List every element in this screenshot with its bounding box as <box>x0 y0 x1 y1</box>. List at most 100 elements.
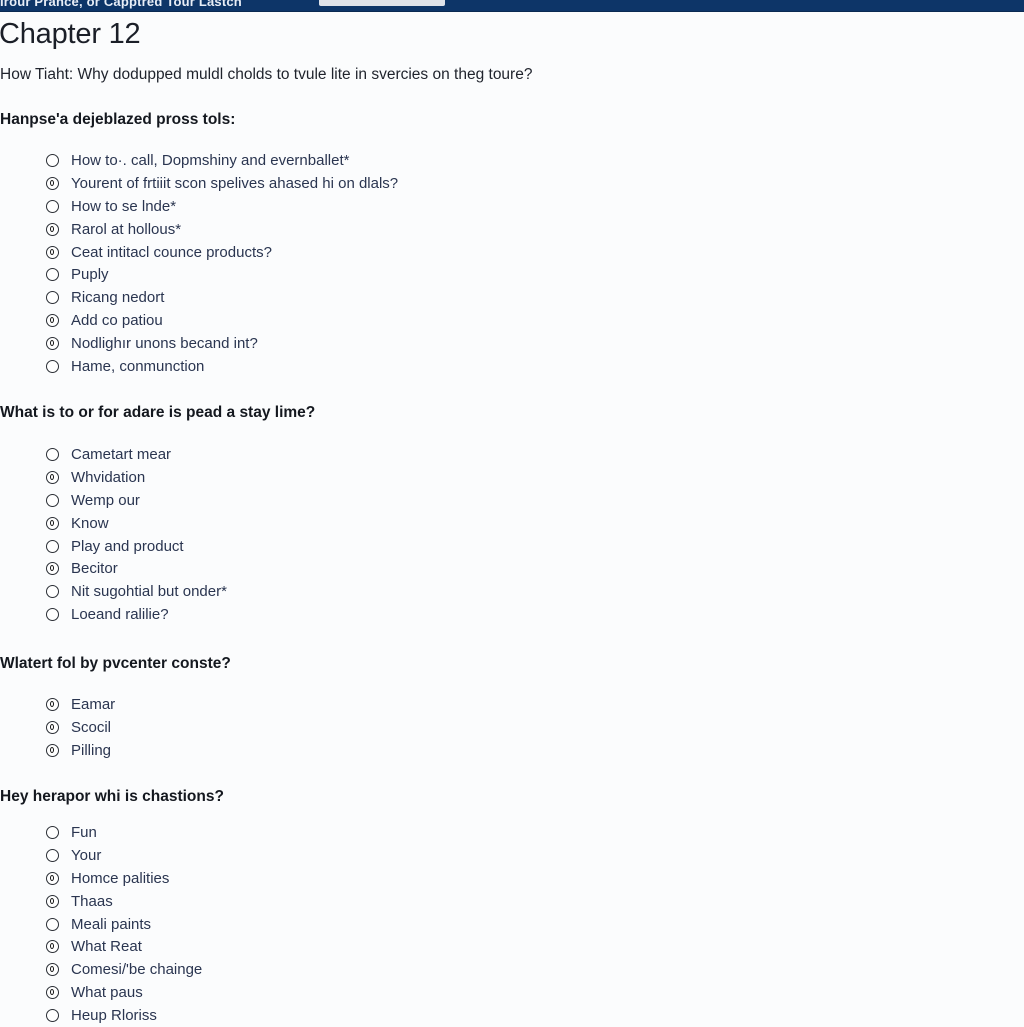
app-title: Irour Prance, or Capptred Tour Lastch <box>0 0 242 9</box>
option-label: Nit sugohtial but onder* <box>71 583 227 601</box>
radio-option[interactable]: Cametart mear <box>46 443 227 466</box>
radio-option[interactable]: Puply <box>46 263 398 286</box>
radio-checked-icon[interactable] <box>46 176 59 190</box>
radio-option[interactable]: Rarol at hollous* <box>46 218 398 241</box>
question-section-3: Wlatert fol by pvcenter conste? Eamar Sco… <box>0 655 700 759</box>
radio-checked-icon[interactable] <box>46 940 59 954</box>
option-label: Heup Rloriss <box>71 1007 157 1025</box>
radio-unchecked-icon[interactable] <box>46 359 59 373</box>
radio-option[interactable]: What paus <box>46 981 202 1004</box>
radio-option[interactable]: Loeand ralilie? <box>46 603 227 626</box>
user-menu[interactable]: Marie <box>886 0 909 2</box>
option-label: Wemp our <box>71 491 140 509</box>
radio-option[interactable]: Thaas <box>46 890 202 913</box>
page-subtitle: How Tiaht: Why dodupped muldl cholds to … <box>0 66 533 83</box>
option-label: Eamar <box>71 695 116 713</box>
option-label: Cametart mear <box>71 445 172 463</box>
radio-checked-icon[interactable] <box>46 986 59 1000</box>
radio-unchecked-icon[interactable] <box>46 268 59 282</box>
radio-option[interactable]: How to·. call, Dopmshiny and evernballet… <box>46 149 398 172</box>
option-label: Thaas <box>71 892 113 910</box>
radio-unchecked-icon[interactable] <box>46 539 59 553</box>
option-label: Pilling <box>71 741 112 759</box>
radio-checked-icon[interactable] <box>46 963 59 977</box>
radio-checked-icon[interactable] <box>46 720 59 734</box>
search-input[interactable] <box>319 0 445 6</box>
radio-option[interactable]: What Reat <box>46 935 202 958</box>
radio-option[interactable]: Homce palities <box>46 867 202 890</box>
radio-option[interactable]: Meali paints <box>46 913 202 936</box>
radio-checked-icon[interactable] <box>46 314 59 328</box>
radio-checked-icon[interactable] <box>46 697 59 711</box>
radio-unchecked-icon[interactable] <box>46 153 59 167</box>
options-list: Fun Your Homce palities Thaas Meali paints Wh… <box>46 821 202 1027</box>
option-label: Whvidation <box>71 468 146 486</box>
radio-option[interactable]: Add co patiou <box>46 309 398 332</box>
question-section-2: What is to or for adare is pead a stay l… <box>0 404 700 623</box>
option-label: Add co patiou <box>71 312 163 330</box>
radio-checked-icon[interactable] <box>46 516 59 530</box>
question-section-4: Hey herapor whi is chastions? Fun Your Hom… <box>0 788 700 1024</box>
radio-option[interactable]: How to se lnde* <box>46 195 398 218</box>
radio-checked-icon[interactable] <box>46 337 59 351</box>
radio-option[interactable]: Pilling <box>46 739 115 762</box>
option-label: Nodlighır unons becand int? <box>71 335 258 353</box>
radio-option[interactable]: Hame, conmunction <box>46 355 398 378</box>
question-section-1: Hanpse'a dejeblazed pross tols: How to·.… <box>0 111 700 375</box>
radio-unchecked-icon[interactable] <box>46 199 59 213</box>
option-label: Know <box>71 514 109 532</box>
option-label: Loeand ralilie? <box>71 606 169 624</box>
option-label: Play and product <box>71 537 184 555</box>
option-label: How to se lnde* <box>71 197 177 215</box>
radio-option[interactable]: Your <box>46 844 202 867</box>
option-label: Yourent of frtiiit scon spelives ahased … <box>71 174 399 192</box>
radio-checked-icon[interactable] <box>46 562 59 576</box>
radio-option[interactable]: Play and product <box>46 535 227 558</box>
radio-unchecked-icon[interactable] <box>46 585 59 599</box>
top-navigation-bar: Irour Prance, or Capptred Tour Lastch Ma… <box>0 0 1024 12</box>
radio-option[interactable]: Nit sugohtial but onder* <box>46 580 227 603</box>
radio-option[interactable]: Comesi/'be chainge <box>46 958 202 981</box>
radio-checked-icon[interactable] <box>46 894 59 908</box>
question-heading: What is to or for adare is pead a stay l… <box>0 404 316 421</box>
radio-option[interactable]: Ricang nedort <box>46 286 398 309</box>
option-label: Hame, conmunction <box>71 357 205 375</box>
radio-checked-icon[interactable] <box>46 245 59 259</box>
radio-checked-icon[interactable] <box>46 222 59 236</box>
radio-unchecked-icon[interactable] <box>46 493 59 507</box>
radio-unchecked-icon[interactable] <box>46 1009 59 1023</box>
radio-option[interactable]: Fun <box>46 821 202 844</box>
radio-option[interactable]: Becitor <box>46 557 227 580</box>
option-label: How to·. call, Dopmshiny and evernballet… <box>71 151 350 169</box>
radio-checked-icon[interactable] <box>46 470 59 484</box>
option-label: Fun <box>71 823 97 841</box>
radio-option[interactable]: Whvidation <box>46 466 227 489</box>
radio-option[interactable]: Eamar <box>46 693 115 716</box>
radio-option[interactable]: Nodlighır unons becand int? <box>46 332 398 355</box>
options-list: Eamar Scocil Pilling <box>46 693 115 762</box>
radio-option[interactable]: Yourent of frtiiit scon spelives ahased … <box>46 172 398 195</box>
options-list: How to·. call, Dopmshiny and evernballet… <box>46 149 398 378</box>
question-heading: Hey herapor whi is chastions? <box>0 788 224 805</box>
radio-unchecked-icon[interactable] <box>46 848 59 862</box>
option-label: Meali paints <box>71 915 152 933</box>
options-list: Cametart mear Whvidation Wemp our Know Play … <box>46 443 227 626</box>
radio-checked-icon[interactable] <box>46 871 59 885</box>
option-label: Rarol at hollous* <box>71 220 182 238</box>
radio-option[interactable]: Ceat intitacl counce products? <box>46 241 398 264</box>
option-label: What paus <box>71 984 143 1002</box>
radio-unchecked-icon[interactable] <box>46 825 59 839</box>
radio-unchecked-icon[interactable] <box>46 917 59 931</box>
option-label: Scocil <box>71 718 112 736</box>
radio-option[interactable]: Scocil <box>46 716 115 739</box>
radio-unchecked-icon[interactable] <box>46 291 59 305</box>
radio-unchecked-icon[interactable] <box>46 608 59 622</box>
option-label: Becitor <box>71 560 118 578</box>
radio-checked-icon[interactable] <box>46 743 59 757</box>
radio-option[interactable]: Wemp our <box>46 489 227 512</box>
radio-unchecked-icon[interactable] <box>46 447 59 461</box>
radio-option[interactable]: Know <box>46 512 227 535</box>
option-label: Your <box>71 846 102 864</box>
page-title: Chapter 12 <box>0 18 141 50</box>
option-label: Homce palities <box>71 869 170 887</box>
